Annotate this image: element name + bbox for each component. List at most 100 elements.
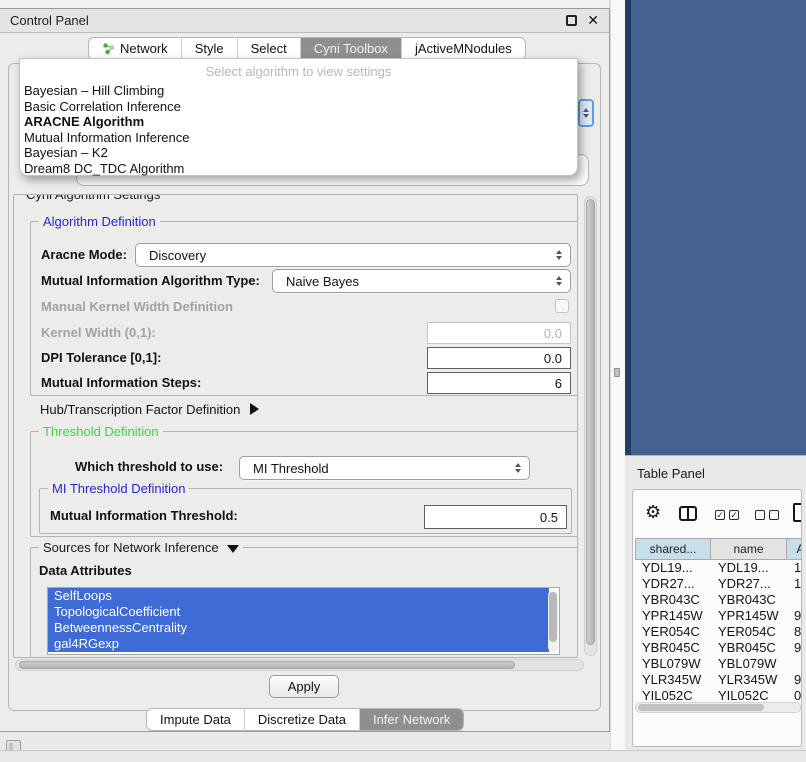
algorithm-definition-group: Algorithm Definition Aracne Mode: Discov… [30, 221, 578, 396]
float-window-icon[interactable] [566, 15, 577, 26]
manual-kernel-label: Manual Kernel Width Definition [41, 298, 233, 316]
apply-button[interactable]: Apply [269, 675, 339, 698]
app-root: Control Panel ✕ Network Style Se [0, 0, 806, 762]
document-icon[interactable] [793, 503, 802, 522]
hub-definition-expander[interactable]: Hub/Transcription Factor Definition [40, 400, 259, 418]
control-panel-window: Control Panel ✕ Network Style Se [0, 8, 610, 732]
table-row[interactable]: YBL079WYBL079W [635, 656, 802, 672]
table-panel-title: Table Panel [637, 466, 705, 481]
settings-group-title: Cyni Algorithm Settings [22, 194, 164, 202]
table-row[interactable]: YDR27...YDR27...12 [635, 576, 802, 592]
select-all-checkboxes-icon[interactable]: ✓✓ [715, 510, 739, 520]
which-threshold-combo[interactable]: MI Threshold [239, 456, 530, 480]
tab-network-label: Network [120, 41, 168, 56]
spinner-down-icon [583, 114, 589, 118]
top-strip [0, 0, 610, 8]
table-panel-body: ⚙ ✓✓ shared... name A YDL19...YDL19...13… [632, 489, 802, 747]
mi-threshold-field[interactable]: 0.5 [424, 505, 567, 529]
mi-type-label: Mutual Information Algorithm Type: [41, 272, 260, 290]
tab-infer-network[interactable]: Infer Network [360, 709, 463, 730]
tab-jactivemnodules[interactable]: jActiveMNodules [402, 38, 525, 59]
combo-arrows-icon [556, 276, 562, 286]
table-header-row: shared... name A [635, 538, 802, 560]
table-row[interactable]: YDL19...YDL19...13 [635, 560, 802, 576]
list-item-selfloops[interactable]: SelfLoops [48, 588, 549, 604]
manual-kernel-checkbox[interactable] [555, 299, 569, 313]
inference-algorithm-combo-button[interactable] [578, 99, 594, 127]
sources-title: Sources for Network Inference [39, 540, 243, 555]
list-scrollbar[interactable] [548, 590, 558, 652]
mi-threshold-group: MI Threshold Definition Mutual Informati… [39, 488, 572, 534]
sources-group: Sources for Network Inference Data Attri… [30, 547, 578, 658]
expander-arrow-icon [250, 403, 259, 415]
table-row[interactable]: YIL052CYIL052C0. [635, 688, 802, 702]
tab-impute-data[interactable]: Impute Data [147, 709, 245, 730]
columns-icon[interactable] [679, 506, 697, 521]
settings-vertical-scrollbar[interactable] [584, 196, 597, 656]
cyni-algorithm-settings-group: Cyni Algorithm Settings Algorithm Defini… [13, 194, 578, 658]
threshold-definition-title: Threshold Definition [39, 424, 163, 439]
table-rows: YDL19...YDL19...13 YDR27...YDR27...12 YB… [635, 560, 802, 702]
combo-arrows-icon [556, 250, 562, 260]
algorithm-option-dream8[interactable]: Dream8 DC_TDC Algorithm [20, 161, 577, 177]
table-panel: Table Panel ⚙ ✓✓ shared... name A YDL19.… [625, 455, 806, 750]
algorithm-definition-title: Algorithm Definition [39, 214, 160, 229]
algorithm-placeholder: Select algorithm to view settings [20, 63, 577, 83]
table-row[interactable]: YPR145WYPR145W9. [635, 608, 802, 624]
algorithm-option-bayesian-hill-climbing[interactable]: Bayesian – Hill Climbing [20, 83, 577, 99]
network-desktop: GAL80 GAL10 GAL1 GAL11 SWI4 GAL4 GCY1 HA… [625, 0, 806, 455]
deselect-all-checkboxes-icon[interactable] [755, 510, 779, 520]
list-item-gal4rgexp[interactable]: gal4RGexp [48, 636, 549, 652]
data-attributes-label: Data Attributes [39, 562, 132, 580]
algorithm-option-aracne[interactable]: ARACNE Algorithm [20, 114, 577, 130]
algorithm-option-mutual-information[interactable]: Mutual Information Inference [20, 130, 577, 146]
aracne-mode-label: Aracne Mode: [41, 246, 127, 264]
list-item-betweennesscentrality[interactable]: BetweennessCentrality [48, 620, 549, 636]
collapse-arrow-icon [227, 545, 239, 553]
tab-select[interactable]: Select [238, 38, 301, 59]
mi-steps-label: Mutual Information Steps: [41, 374, 201, 392]
control-panel-tabbar: Network Style Select Cyni Toolbox jActiv… [88, 37, 526, 60]
mi-type-combo[interactable]: Naive Bayes [272, 269, 571, 293]
tab-style[interactable]: Style [182, 38, 238, 59]
divider-handle-icon[interactable] [614, 368, 620, 377]
column-header-shared-name[interactable]: shared... [635, 538, 711, 560]
column-header-partial[interactable]: A [787, 538, 802, 560]
control-panel-title: Control Panel [10, 13, 89, 28]
split-divider[interactable] [610, 0, 625, 750]
which-threshold-label: Which threshold to use: [75, 458, 223, 476]
list-item-topologicalcoefficient[interactable]: TopologicalCoefficient [48, 604, 549, 620]
column-header-name[interactable]: name [711, 538, 787, 560]
gear-icon[interactable]: ⚙ [645, 502, 661, 522]
bottom-tabbar: Impute Data Discretize Data Infer Networ… [146, 708, 464, 731]
aracne-mode-combo[interactable]: Discovery [135, 243, 571, 267]
table-row[interactable]: YLR345WYLR345W9. [635, 672, 802, 688]
dpi-tolerance-label: DPI Tolerance [0,1]: [41, 349, 161, 367]
kernel-width-label: Kernel Width (0,1): [41, 324, 156, 342]
settings-horizontal-scrollbar[interactable] [15, 659, 584, 671]
control-panel-titlebar: Control Panel ✕ [0, 9, 609, 33]
tab-cyni-toolbox[interactable]: Cyni Toolbox [301, 38, 402, 59]
algorithm-option-basic-correlation[interactable]: Basic Correlation Inference [20, 99, 577, 115]
mi-threshold-title: MI Threshold Definition [48, 481, 189, 496]
combo-arrows-icon [515, 463, 521, 473]
table-row[interactable]: YER054CYER054C8. [635, 624, 802, 640]
algorithm-dropdown-popup: Select algorithm to view settings Bayesi… [19, 58, 578, 176]
dpi-tolerance-field[interactable]: 0.0 [427, 347, 571, 369]
cyni-toolbox-panel: Select algorithm to view settings Bayesi… [8, 63, 601, 711]
table-row[interactable]: YBR045CYBR045C9. [635, 640, 802, 656]
mi-steps-field[interactable]: 6 [427, 372, 571, 394]
data-attributes-list: SelfLoops TopologicalCoefficient Between… [47, 587, 560, 655]
algorithm-option-bayesian-k2[interactable]: Bayesian – K2 [20, 145, 577, 161]
table-horizontal-scrollbar[interactable] [635, 702, 801, 713]
network-icon [102, 42, 115, 55]
mi-threshold-label: Mutual Information Threshold: [50, 507, 238, 525]
status-bar [0, 750, 806, 762]
spinner-up-icon [583, 108, 589, 112]
close-icon[interactable]: ✕ [587, 15, 599, 26]
tab-network[interactable]: Network [89, 38, 182, 59]
kernel-width-field[interactable]: 0.0 [427, 322, 571, 344]
table-row[interactable]: YBR043CYBR043C [635, 592, 802, 608]
threshold-definition-group: Threshold Definition Which threshold to … [30, 431, 578, 537]
tab-discretize-data[interactable]: Discretize Data [245, 709, 360, 730]
